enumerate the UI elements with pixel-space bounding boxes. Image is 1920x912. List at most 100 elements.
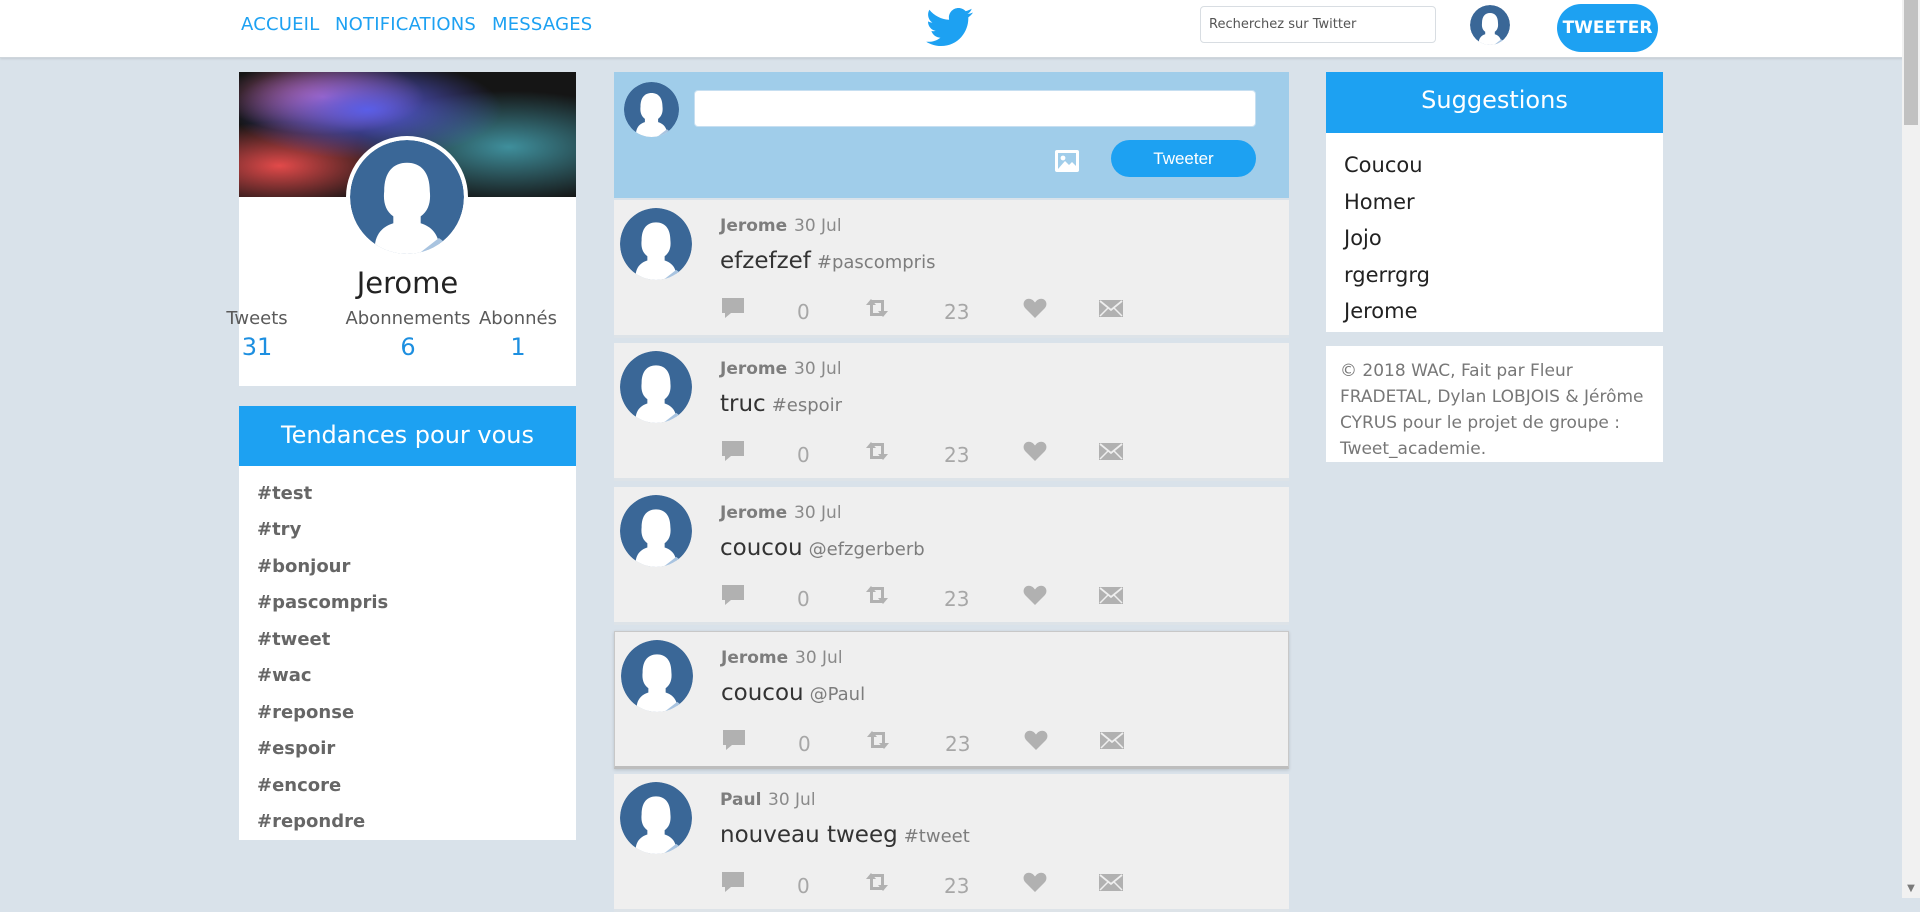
tweet-body: nouveau tweeg (720, 822, 898, 848)
envelope-icon[interactable] (1099, 728, 1125, 752)
reply-icon[interactable] (720, 439, 746, 463)
trend-item[interactable]: #espoir (257, 738, 335, 759)
tweet-card[interactable]: Jerome 30 Jul truc #espoir 0 23 (614, 343, 1289, 481)
tweet-avatar[interactable] (620, 495, 692, 567)
suggestions-title: Suggestions (1326, 72, 1663, 133)
trends-title: Tendances pour vous (239, 406, 576, 466)
compose-avatar (624, 82, 679, 137)
stat-tweets[interactable]: Tweets 31 (197, 308, 317, 361)
reply-count: 0 (798, 732, 811, 756)
retweet-icon[interactable] (862, 583, 892, 607)
tweet-date: 30 Jul (794, 216, 842, 236)
retweet-icon[interactable] (862, 296, 892, 320)
tweet-avatar[interactable] (620, 782, 692, 854)
retweet-icon[interactable] (863, 728, 893, 752)
page-scrollbar[interactable]: ▼ (1902, 0, 1920, 898)
reply-icon[interactable] (721, 728, 747, 752)
trend-item[interactable]: #encore (257, 775, 341, 796)
retweet-icon[interactable] (862, 439, 892, 463)
heart-icon[interactable] (1022, 439, 1048, 463)
reply-count: 0 (797, 874, 810, 898)
trend-item[interactable]: #reponse (257, 702, 354, 723)
trend-item[interactable]: #wac (257, 665, 312, 686)
tweet-body: efzefzef (720, 248, 811, 274)
nav-home-link[interactable]: ACCUEIL (241, 14, 319, 35)
trend-item[interactable]: #pascompris (257, 592, 388, 613)
scroll-down-arrow-icon[interactable]: ▼ (1902, 880, 1920, 898)
tweet-date: 30 Jul (795, 648, 843, 668)
reply-icon[interactable] (720, 583, 746, 607)
reply-count: 0 (797, 300, 810, 324)
tweet-date: 30 Jul (794, 503, 842, 523)
user-avatar-icon[interactable] (1470, 5, 1510, 45)
stat-value: 1 (510, 333, 526, 361)
trend-item[interactable]: #bonjour (257, 556, 350, 577)
trend-item[interactable]: #test (257, 483, 312, 504)
stat-followers[interactable]: Abonnés 1 (458, 308, 578, 361)
tweet-card[interactable]: Paul 30 Jul nouveau tweeg #tweet 0 23 (614, 774, 1289, 912)
tweet-author[interactable]: Jerome (720, 216, 787, 236)
tweet-avatar[interactable] (620, 351, 692, 423)
envelope-icon[interactable] (1098, 870, 1124, 894)
image-upload-icon[interactable] (1054, 148, 1080, 174)
tweeter-button[interactable]: TWEETER (1557, 4, 1658, 52)
tweet-date: 30 Jul (768, 790, 816, 810)
twitter-bird-icon[interactable] (926, 6, 974, 48)
reply-icon[interactable] (720, 296, 746, 320)
retweet-count: 23 (944, 587, 970, 611)
retweet-count: 23 (944, 874, 970, 898)
tweet-hashtag[interactable]: #tweet (904, 826, 970, 847)
scrollbar-thumb[interactable] (1904, 0, 1918, 125)
tweet-author[interactable]: Jerome (720, 503, 787, 523)
heart-icon[interactable] (1022, 870, 1048, 894)
compose-box: Tweeter (614, 72, 1289, 198)
tweet-hashtag[interactable]: #espoir (772, 395, 842, 416)
retweet-count: 23 (944, 443, 970, 467)
suggestion-item[interactable]: Jojo (1344, 226, 1382, 250)
trend-item[interactable]: #try (257, 519, 301, 540)
tweet-avatar[interactable] (620, 208, 692, 280)
envelope-icon[interactable] (1098, 583, 1124, 607)
suggestion-item[interactable]: rgerrgrg (1344, 263, 1430, 287)
suggestion-item[interactable]: Homer (1344, 190, 1415, 214)
nav-messages-link[interactable]: MESSAGES (492, 14, 592, 35)
suggestion-item[interactable]: Jerome (1344, 299, 1418, 323)
search-input[interactable] (1200, 6, 1436, 43)
profile-card: Jerome Tweets 31 Abonnements 6 Abonnés 1 (226, 72, 578, 386)
stat-label: Abonnés (478, 308, 558, 329)
tweet-card[interactable]: Jerome 30 Jul efzefzef #pascompris 0 23 (614, 200, 1289, 338)
tweet-body: coucou (721, 680, 804, 706)
tweet-author[interactable]: Jerome (721, 648, 788, 668)
tweet-text: coucou @efzgerberb (720, 535, 925, 561)
reply-count: 0 (797, 443, 810, 467)
stat-value: 31 (241, 333, 273, 361)
tweet-text: nouveau tweeg #tweet (720, 822, 970, 848)
retweet-icon[interactable] (862, 870, 892, 894)
tweet-hashtag[interactable]: @Paul (810, 684, 866, 705)
nav-notifications-link[interactable]: NOTIFICATIONS (335, 14, 476, 35)
tweet-hashtag[interactable]: #pascompris (817, 252, 936, 273)
compose-tweet-button[interactable]: Tweeter (1111, 140, 1256, 177)
tweet-card[interactable]: Jerome 30 Jul coucou @Paul 0 23 (614, 631, 1289, 769)
trend-item[interactable]: #tweet (257, 629, 330, 650)
envelope-icon[interactable] (1098, 439, 1124, 463)
suggestion-item[interactable]: Coucou (1344, 153, 1423, 177)
tweet-text: coucou @Paul (721, 680, 865, 706)
tweet-text: truc #espoir (720, 391, 842, 417)
heart-icon[interactable] (1023, 728, 1049, 752)
reply-icon[interactable] (720, 870, 746, 894)
trend-item[interactable]: #repondre (257, 811, 365, 832)
tweet-card[interactable]: Jerome 30 Jul coucou @efzgerberb 0 23 (614, 487, 1289, 625)
profile-name: Jerome (356, 266, 459, 300)
tweet-author[interactable]: Jerome (720, 359, 787, 379)
profile-avatar[interactable] (346, 136, 468, 258)
tweet-text: efzefzef #pascompris (720, 248, 935, 274)
tweet-hashtag[interactable]: @efzgerberb (809, 539, 925, 560)
heart-icon[interactable] (1022, 583, 1048, 607)
envelope-icon[interactable] (1098, 296, 1124, 320)
tweet-author[interactable]: Paul (720, 790, 761, 810)
tweet-avatar[interactable] (621, 640, 693, 712)
stat-label: Tweets (226, 308, 288, 329)
heart-icon[interactable] (1022, 296, 1048, 320)
compose-input[interactable] (694, 90, 1256, 127)
